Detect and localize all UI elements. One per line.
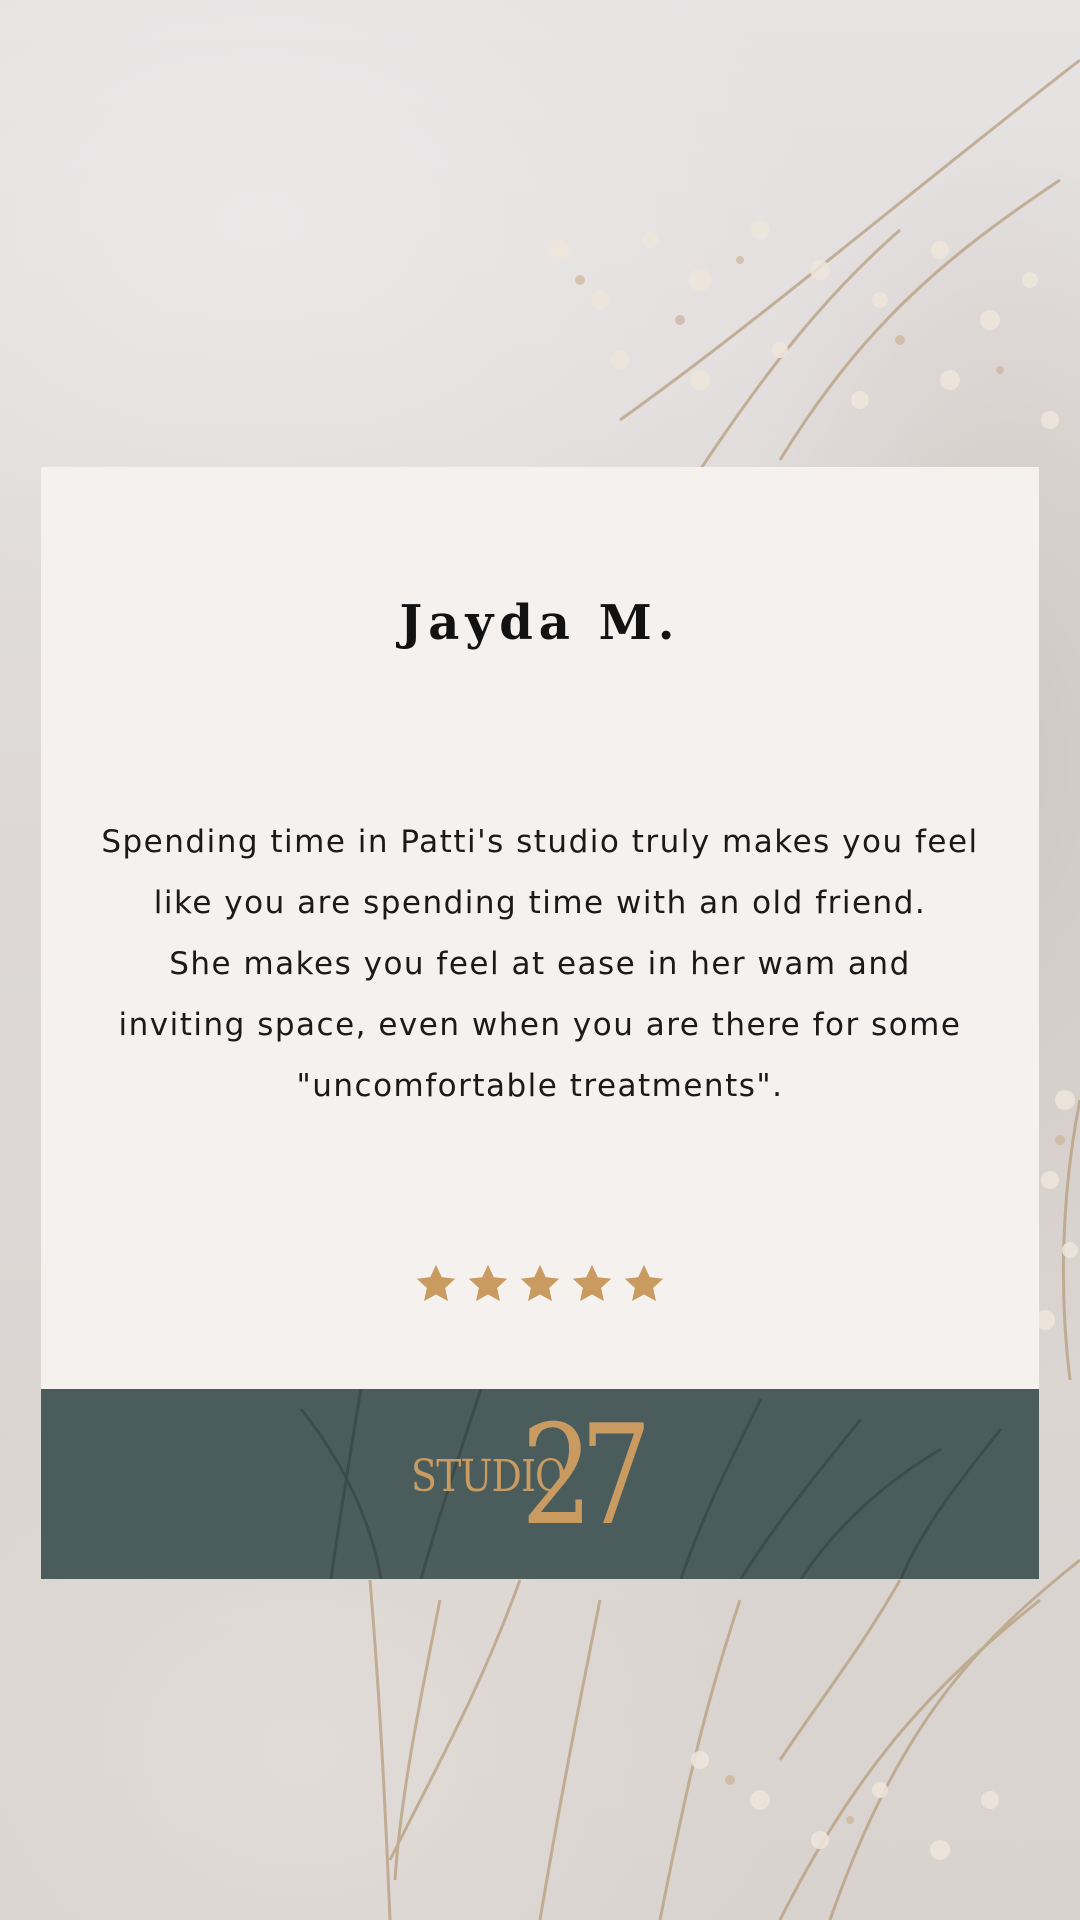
star-rating [41,1263,1039,1307]
quote-line: inviting space, even when you are there … [118,1007,962,1043]
reviewer-name: Jayda M. [399,595,681,651]
star-icon [416,1264,456,1302]
logo-number: 27 [521,1395,652,1556]
quote-line: Spending time in Patti's studio truly ma… [101,824,979,860]
testimonial-card: Jayda M. Spending time in Patti's studio… [41,467,1039,1389]
star-icon [624,1264,664,1302]
star-icon [572,1264,612,1302]
studio-27-logo: STUDIO 27 [411,1407,681,1551]
quote-line: "uncomfortable treatments". [296,1068,784,1104]
quote-line: like you are spending time with an old f… [153,885,927,921]
brand-footer: STUDIO 27 [41,1389,1039,1579]
quote-line: She makes you feel at ease in her wam an… [169,946,911,982]
testimonial-quote: Spending time in Patti's studio truly ma… [81,812,999,1117]
star-icon [468,1264,508,1302]
star-icon [520,1264,560,1302]
